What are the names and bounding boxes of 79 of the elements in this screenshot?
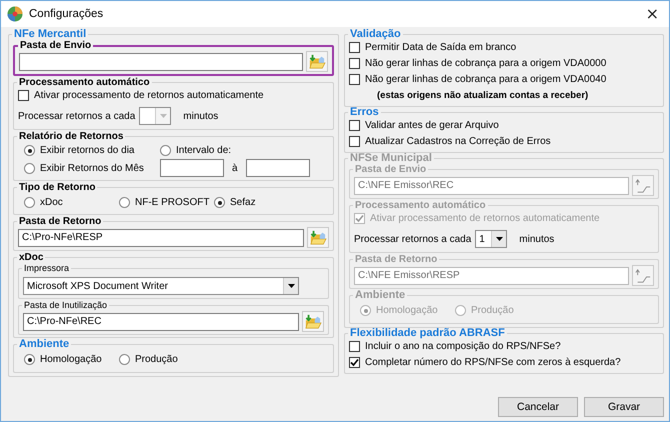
radio-label: xDoc <box>40 197 63 208</box>
checkbox[interactable] <box>349 42 360 53</box>
unit-label: minutos <box>183 110 218 122</box>
radio-button[interactable] <box>160 145 171 156</box>
checkbox[interactable] <box>18 90 29 101</box>
folder-path-field[interactable]: C:\Pro-NFe\REC <box>23 312 299 330</box>
note-text: (estas origens não atualizam contas a receber) <box>376 89 590 103</box>
dialog-button[interactable]: Cancelar <box>498 397 578 417</box>
radio-label: Exibir Retornos do Mês <box>40 162 144 174</box>
checkbox-label: Atualizar Cadastros na Correção de Erros <box>365 136 551 147</box>
checkbox-label: Incluir o ano na composição do RPS/NFSe? <box>365 341 561 352</box>
checkbox-label: Permitir Data de Saída em branco <box>365 42 516 53</box>
close-button[interactable]: × <box>640 5 665 23</box>
radio-button[interactable] <box>24 197 35 208</box>
unit-label: minutos <box>519 234 554 244</box>
checkbox[interactable] <box>349 357 360 368</box>
radio-button[interactable] <box>24 145 35 156</box>
checkbox-label: Validar antes de gerar Arquivo <box>365 120 499 131</box>
folder-icon <box>304 314 322 330</box>
checkbox[interactable] <box>349 120 360 131</box>
checkbox-label: Ativar processamento de retornos automaticamente <box>370 213 600 224</box>
group-title: NFSe Municipal <box>349 153 433 164</box>
group-title: Pasta de Retorno <box>18 216 102 227</box>
date-field[interactable] <box>246 159 310 177</box>
app-icon <box>7 6 23 22</box>
group-title: Flexibilidade padrão ABRASF <box>349 328 506 339</box>
checkbox-label: Completar número do RPS/NFSe com zeros à esquerda? <box>365 357 621 368</box>
group-title: Impressora <box>23 263 70 274</box>
checkbox[interactable] <box>349 58 360 69</box>
group-title: Processamento automático <box>354 200 487 211</box>
group-title: Pasta de Envio <box>354 164 428 175</box>
radio-label: Sefaz <box>230 197 256 208</box>
group-title: Ambiente <box>18 339 70 350</box>
printer-dropdown[interactable]: Microsoft XPS Document Writer <box>23 277 299 295</box>
group-title: Validação <box>349 29 402 40</box>
caret-icon <box>160 114 167 118</box>
group-title: Processamento automático <box>18 77 151 88</box>
radio-button[interactable] <box>119 197 130 208</box>
radio-button[interactable] <box>119 354 130 365</box>
checkbox[interactable] <box>349 341 360 352</box>
group-title: Ambiente <box>354 290 406 301</box>
folder-path-field[interactable]: C:\Pro-NFe\RESP <box>18 228 304 246</box>
dialog-button[interactable]: Gravar <box>584 397 664 417</box>
window-title: Configurações <box>29 8 104 20</box>
checkbox-label: Não gerar linhas de cobrança para a origem VDA0040 <box>365 74 606 85</box>
radio-label: Produção <box>135 354 178 365</box>
group-title: Pasta de Inutilização <box>23 300 108 311</box>
browse-folder-button[interactable] <box>306 51 328 72</box>
folder-icon <box>309 230 327 246</box>
radio-button[interactable] <box>214 197 225 208</box>
caret-icon <box>496 237 503 241</box>
group-title: Pasta de Retorno <box>354 254 438 265</box>
checkbox-label: Não gerar linhas de cobrança para a origem VDA0000 <box>365 58 606 69</box>
group-title: NFe Mercantil <box>13 29 88 40</box>
caret-icon <box>288 284 294 288</box>
folder-icon <box>308 54 326 70</box>
group-title: Tipo de Retorno <box>18 182 96 193</box>
checkbox[interactable] <box>349 74 360 85</box>
radio-button[interactable] <box>24 162 35 174</box>
radio-label: Homologação <box>40 354 102 365</box>
group-title: Relatório de Retornos <box>18 131 124 142</box>
radio-label: Homologação <box>376 305 438 316</box>
range-separator: à <box>232 162 238 174</box>
interval-label: Processar retornos a cada <box>18 110 136 122</box>
folder-path-field[interactable] <box>19 52 303 70</box>
radio-label: Exibir retornos do dia <box>40 145 134 156</box>
group-title: Erros <box>349 107 380 118</box>
radio-label: Produção <box>471 305 514 316</box>
radio-label: Intervalo de: <box>176 145 232 156</box>
date-field[interactable] <box>160 159 224 177</box>
radio-button[interactable] <box>24 354 35 365</box>
radio-label: NF-E PROSOFT <box>135 197 210 208</box>
checkbox-label: Ativar processamento de retornos automaticamente <box>34 90 264 101</box>
group-title: Pasta de Envio <box>19 40 92 51</box>
interval-label: Processar retornos a cada <box>354 234 472 244</box>
browse-folder-button[interactable] <box>302 311 324 332</box>
group-title: xDoc <box>18 252 44 263</box>
checkbox[interactable] <box>349 136 360 147</box>
browse-folder-button[interactable] <box>307 227 329 248</box>
